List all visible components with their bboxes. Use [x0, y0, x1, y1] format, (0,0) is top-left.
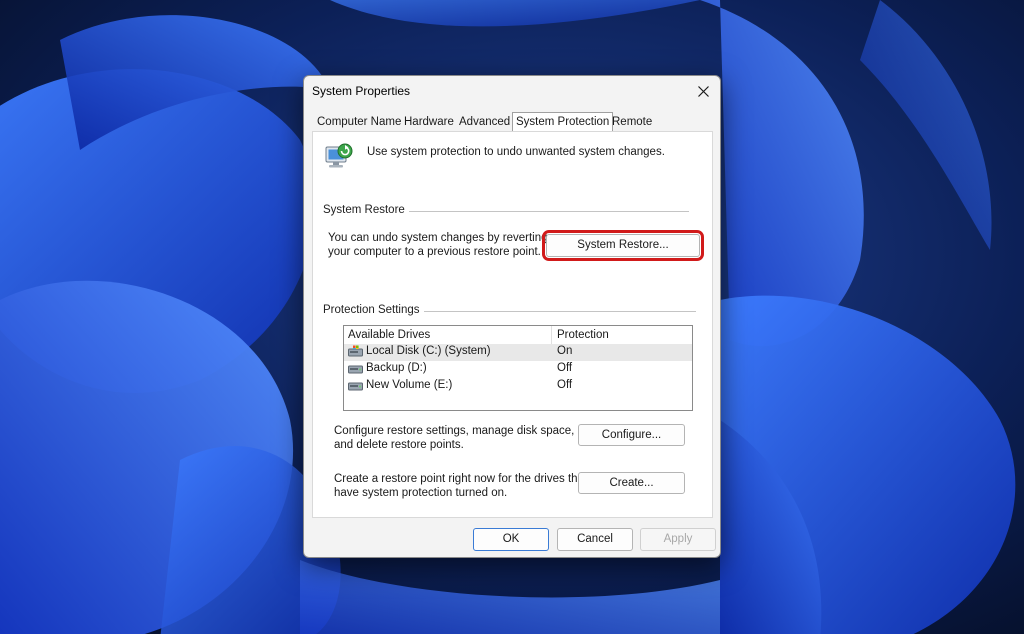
drive-row-c[interactable]: Local Disk (C:) (System) On	[344, 344, 692, 361]
protection-settings-heading: Protection Settings	[323, 304, 424, 316]
drive-row-d[interactable]: Backup (D:) Off	[344, 361, 692, 378]
cancel-button[interactable]: Cancel	[557, 528, 633, 551]
system-restore-heading: System Restore	[323, 204, 409, 216]
tab-hardware[interactable]: Hardware	[402, 114, 456, 130]
create-description-line2: have system protection turned on.	[334, 487, 508, 499]
system-restore-button[interactable]: System Restore...	[542, 230, 704, 261]
drive-protection-status: Off	[557, 362, 573, 374]
intro-text: Use system protection to undo unwanted s…	[367, 146, 665, 158]
drive-row-e[interactable]: New Volume (E:) Off	[344, 378, 692, 395]
system-properties-dialog: System Properties Computer Name Hardware…	[303, 75, 721, 558]
drive-name-label: Local Disk (C:) (System)	[366, 345, 491, 357]
title-bar[interactable]: System Properties	[304, 76, 720, 106]
create-button[interactable]: Create...	[578, 472, 685, 494]
column-header-protection[interactable]: Protection	[557, 326, 609, 344]
drive-icon	[348, 382, 363, 391]
close-button[interactable]	[686, 76, 720, 106]
dialog-button-bar: OK Cancel Apply	[304, 518, 720, 557]
configure-description-line1: Configure restore settings, manage disk …	[334, 425, 575, 437]
drive-name-cell: Backup (D:)	[348, 362, 427, 374]
drive-name-label: New Volume (E:)	[366, 379, 453, 391]
drive-protection-status: Off	[557, 379, 573, 391]
close-icon	[697, 85, 709, 97]
system-restore-description-line2: your computer to a previous restore poin…	[328, 246, 541, 258]
system-protection-panel: Use system protection to undo unwanted s…	[312, 131, 713, 518]
ok-button[interactable]: OK	[473, 528, 549, 551]
create-description-line1: Create a restore point right now for the…	[334, 473, 588, 485]
tab-advanced[interactable]: Advanced	[457, 114, 512, 130]
drive-list: Available Drives Protection Local Disk (…	[343, 325, 693, 411]
drive-name-cell: Local Disk (C:) (System)	[348, 345, 491, 357]
tab-remote[interactable]: Remote	[610, 114, 654, 130]
configure-description-line2: and delete restore points.	[334, 439, 464, 451]
drive-name-label: Backup (D:)	[366, 362, 427, 374]
apply-button[interactable]: Apply	[640, 528, 716, 551]
tab-system-protection[interactable]: System Protection	[512, 112, 614, 131]
system-protection-icon	[325, 143, 353, 168]
column-separator	[551, 326, 552, 344]
column-header-available-drives[interactable]: Available Drives	[348, 326, 430, 344]
drive-protection-status: On	[557, 345, 573, 357]
system-drive-icon	[348, 345, 363, 357]
drive-icon	[348, 365, 363, 374]
drive-name-cell: New Volume (E:)	[348, 379, 452, 391]
tab-computer-name[interactable]: Computer Name	[315, 114, 403, 130]
system-restore-description-line1: You can undo system changes by reverting	[328, 232, 548, 244]
configure-button[interactable]: Configure...	[578, 424, 685, 446]
dialog-title: System Properties	[312, 84, 411, 98]
